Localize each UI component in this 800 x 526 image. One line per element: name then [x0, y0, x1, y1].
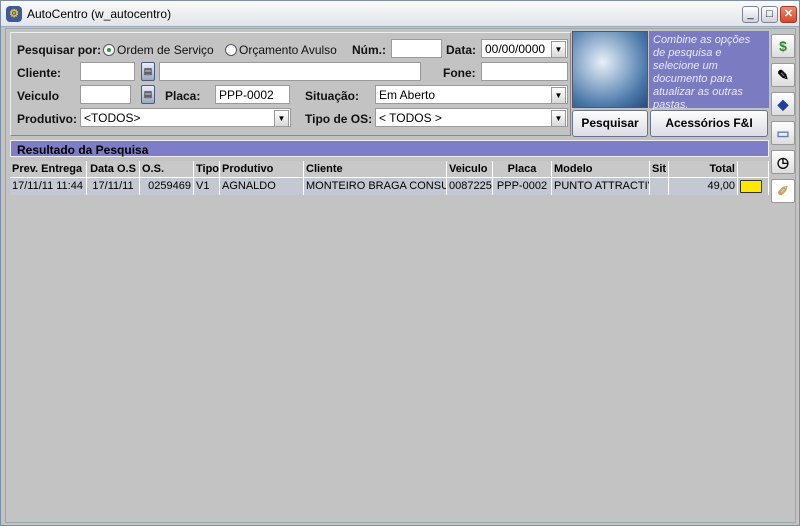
radio-unchecked-icon [225, 44, 237, 56]
column-header[interactable]: Produtivo [220, 161, 304, 178]
column-header[interactable]: O.S. [140, 161, 194, 178]
column-header[interactable]: Prev. Entrega [10, 161, 87, 178]
fone-label: Fone: [443, 66, 476, 80]
column-header[interactable]: Data O.S [87, 161, 140, 178]
acessorios-button[interactable]: Acessórios F&I [650, 110, 768, 137]
app-window: ⚙ AutoCentro (w_autocentro) _ □ ✕ Pesqui… [0, 0, 800, 526]
situacao-label: Situação: [305, 89, 360, 103]
lookup-cliente-icon[interactable]: ▤ [141, 62, 155, 81]
column-header[interactable]: Tipo [194, 161, 220, 178]
table-cell: 49,00 [669, 178, 738, 195]
maximize-button[interactable]: □ [761, 6, 778, 23]
table-cell [650, 178, 669, 195]
veiculo-label: Veiculo [17, 89, 60, 103]
produtivo-select[interactable]: <TODOS> ▼ [80, 108, 291, 127]
window-title: AutoCentro (w_autocentro) [27, 7, 172, 21]
title-bar: ⚙ AutoCentro (w_autocentro) _ □ ✕ [1, 1, 799, 27]
produtivo-label: Produtivo: [17, 112, 77, 126]
radio-label: Orçamento Avulso [239, 43, 337, 57]
date-value: 00/00/0000 [485, 42, 546, 56]
table-row[interactable]: 17/11/11 11:44 17/11/11 0259469 V1 AGNALDO MO… [10, 178, 769, 195]
placa-input[interactable]: PPP-0002 [215, 85, 290, 104]
column-header-blank [738, 161, 769, 178]
cliente-code-input[interactable] [80, 62, 135, 81]
produtivo-value: <TODOS> [84, 111, 141, 125]
situacao-select[interactable]: Em Aberto ▼ [375, 85, 568, 104]
minimize-button[interactable]: _ [742, 6, 759, 23]
table-cell: 0087225 [447, 178, 493, 195]
folder-icon[interactable] [740, 180, 762, 193]
fone-input[interactable] [481, 62, 568, 81]
tipo-os-select[interactable]: < TODOS > ▼ [375, 108, 568, 127]
column-header[interactable]: Total [669, 161, 738, 178]
open-folder-cell[interactable] [738, 178, 769, 195]
table-cell: 17/11/11 11:44 [10, 178, 87, 195]
tipo-os-label: Tipo de OS: [305, 112, 373, 126]
magnifier-image [572, 31, 648, 108]
table-cell: AGNALDO [220, 178, 304, 195]
table-cell: PUNTO ATTRACTIVE [552, 178, 650, 195]
radio-checked-icon [103, 44, 115, 56]
column-header[interactable]: Modelo [552, 161, 650, 178]
edit-document-icon[interactable]: ✎ [771, 63, 795, 87]
chevron-down-icon[interactable]: ▼ [551, 87, 566, 103]
num-input[interactable] [391, 39, 442, 58]
dollar-icon[interactable]: $ [771, 34, 795, 58]
close-button[interactable]: ✕ [780, 6, 797, 23]
chevron-down-icon[interactable]: ▼ [551, 41, 566, 57]
table-cell: V1 [194, 178, 220, 195]
pesquisar-button[interactable]: Pesquisar [572, 110, 648, 137]
lookup-veiculo-icon[interactable]: ▤ [141, 85, 155, 104]
situacao-value: Em Aberto [379, 88, 436, 102]
radio-orcamento-avulso[interactable]: Orçamento Avulso [225, 43, 337, 57]
data-label: Data: [446, 43, 477, 57]
column-header[interactable]: Sit [650, 161, 669, 178]
radio-ordem-servico[interactable]: Ordem de Serviço [103, 43, 214, 57]
tipo-os-value: < TODOS > [379, 111, 442, 125]
veiculo-input[interactable] [80, 85, 131, 104]
client-area: Pesquisar por: Ordem de Serviço Orçament… [5, 28, 796, 523]
search-by-label: Pesquisar por: [17, 43, 102, 57]
num-label: Núm.: [352, 43, 386, 57]
radio-label: Ordem de Serviço [117, 43, 214, 57]
printer-icon[interactable]: ▭ [771, 121, 795, 145]
side-toolbar: $ ✎ ◆ ▭ ◷ ✐ [771, 31, 797, 208]
results-table[interactable]: Prev. Entrega Data O.S O.S. Tipo Produtivo Cl… [10, 160, 769, 520]
cliente-name-input[interactable] [159, 62, 421, 81]
chevron-down-icon[interactable]: ▼ [274, 110, 289, 126]
cliente-label: Cliente: [17, 66, 62, 80]
shapes-icon[interactable]: ◆ [771, 92, 795, 116]
column-header[interactable]: Cliente [304, 161, 447, 178]
clock-icon[interactable]: ◷ [771, 150, 795, 174]
table-cell: 0259469 [140, 178, 194, 195]
table-header: Prev. Entrega Data O.S O.S. Tipo Produtivo Cl… [10, 161, 769, 178]
placa-label: Placa: [165, 89, 201, 103]
results-header: Resultado da Pesquisa [10, 140, 769, 157]
info-text: Combine as opções de pesquisa e selecion… [649, 31, 769, 111]
app-icon: ⚙ [6, 6, 22, 22]
date-picker[interactable]: 00/00/0000 ▼ [481, 39, 568, 58]
table-cell: MONTEIRO BRAGA CONSULT [304, 178, 447, 195]
table-cell: PPP-0002 [493, 178, 552, 195]
column-header[interactable]: Veiculo [447, 161, 493, 178]
chevron-down-icon[interactable]: ▼ [551, 110, 566, 126]
table-cell: 17/11/11 [87, 178, 140, 195]
tools-icon[interactable]: ✐ [771, 179, 795, 203]
column-header[interactable]: Placa [493, 161, 552, 178]
